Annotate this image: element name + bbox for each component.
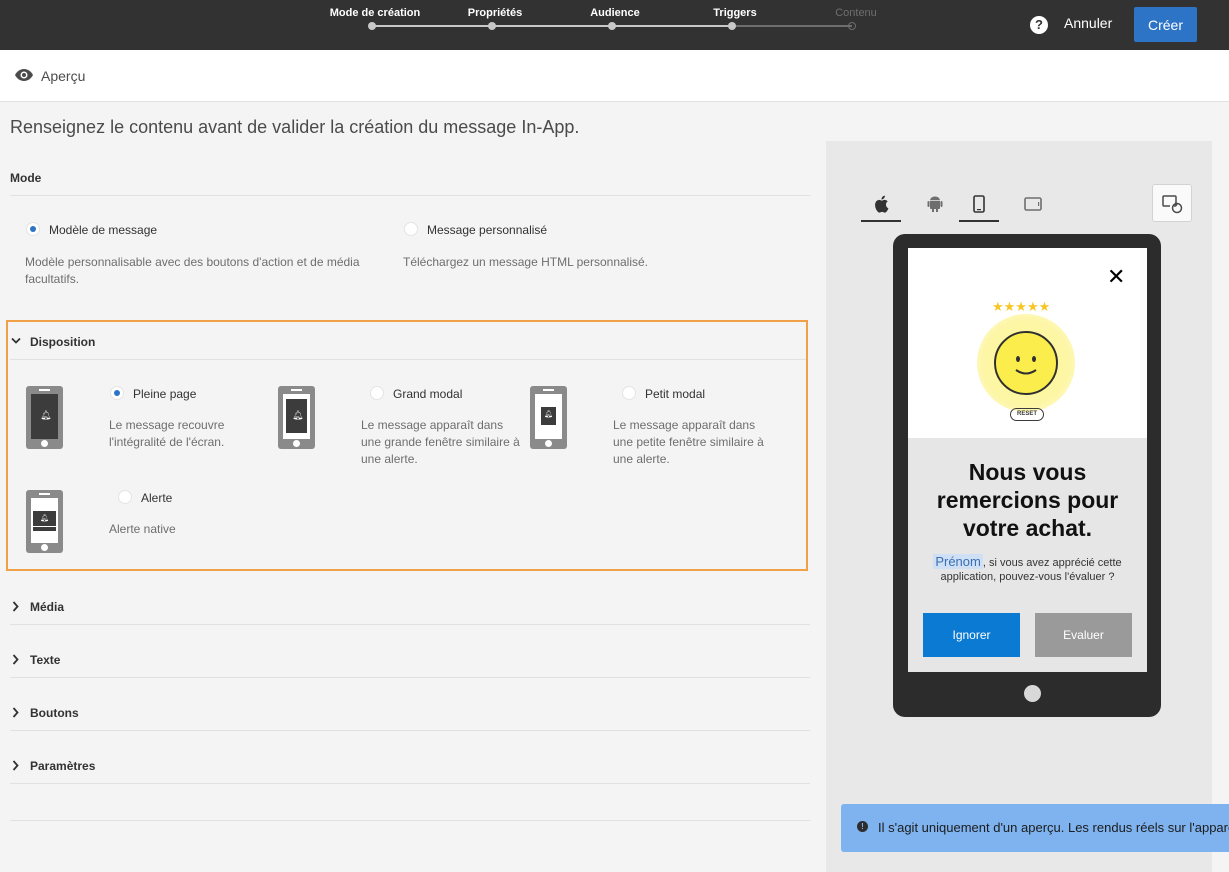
tab-ios[interactable] [861, 187, 901, 222]
section-texte[interactable]: Texte [30, 653, 60, 667]
step-audience[interactable]: Audience [590, 7, 640, 19]
ignore-button[interactable]: Ignorer [923, 613, 1020, 657]
step-dot[interactable] [608, 22, 616, 30]
radio-pleine-page[interactable] [110, 386, 124, 400]
message-body: Prénom, si vous avez apprécié cette appl… [908, 554, 1147, 584]
radio-alerte-label[interactable]: Alerte [141, 491, 172, 505]
divider [10, 820, 810, 821]
pleine-page-desc: Le message recouvre l'intégralité de l'é… [109, 418, 225, 449]
rotate-device-button[interactable] [1152, 184, 1192, 222]
step-dot[interactable] [728, 22, 736, 30]
radio-message-personnalise[interactable] [404, 222, 418, 236]
cancel-button[interactable]: Annuler [1064, 15, 1112, 31]
chevron-right-icon[interactable] [12, 654, 19, 665]
step-contenu[interactable]: Contenu [835, 7, 877, 19]
preview-button[interactable]: Aperçu [41, 68, 85, 84]
radio-pleine-page-label[interactable]: Pleine page [133, 387, 196, 401]
phone-portrait-icon [973, 195, 985, 213]
disposition-section-title[interactable]: Disposition [30, 335, 95, 349]
info-icon: ! [857, 821, 868, 832]
step-mode-creation[interactable]: Mode de création [330, 7, 420, 19]
android-icon [927, 196, 943, 212]
preview-bar: Aperçu [0, 50, 1229, 102]
reset-button[interactable]: RESET [1010, 408, 1044, 421]
radio-modele-message[interactable] [26, 222, 40, 236]
radio-petit-modal[interactable] [622, 386, 636, 400]
firstname-field[interactable]: Prénom [933, 554, 983, 569]
device-home-button [1024, 685, 1041, 702]
full-page-layout-icon: 🔔︎ [26, 386, 63, 449]
grand-modal-desc: Le message apparaît dans une grande fenê… [361, 418, 520, 466]
page-intro: Renseignez le contenu avant de valider l… [10, 117, 580, 137]
create-button[interactable]: Créer [1134, 7, 1197, 42]
chevron-right-icon[interactable] [12, 707, 19, 718]
eye-icon[interactable] [15, 69, 33, 81]
small-modal-layout-icon: 🔔︎ [530, 386, 567, 449]
alert-layout-icon: 🔔︎ [26, 490, 63, 553]
divider [10, 624, 810, 625]
stepper-line-remaining [732, 25, 852, 27]
radio-alerte[interactable] [118, 490, 132, 504]
close-icon[interactable]: ✕ [1107, 264, 1125, 290]
tab-portrait[interactable] [959, 187, 999, 222]
radio-modele-message-label[interactable]: Modèle de message [49, 223, 157, 237]
tab-android[interactable] [915, 187, 955, 222]
rate-button[interactable]: Evaluer [1035, 613, 1132, 657]
step-dot[interactable] [848, 22, 856, 30]
petit-modal-desc: Le message apparaît dans une petite fenê… [613, 418, 764, 466]
smiley-icon [994, 331, 1058, 395]
phone-landscape-icon [1024, 197, 1042, 211]
step-proprietes[interactable]: Propriétés [468, 7, 522, 19]
radio-petit-modal-label[interactable]: Petit modal [645, 387, 705, 401]
chevron-right-icon[interactable] [12, 760, 19, 771]
section-boutons[interactable]: Boutons [30, 706, 79, 720]
message-media: ✕ ★★★★★ RESET [908, 248, 1147, 438]
step-dot[interactable] [368, 22, 376, 30]
large-modal-layout-icon: 🔔︎ [278, 386, 315, 449]
radio-grand-modal[interactable] [370, 386, 384, 400]
mode-section-title: Mode [10, 171, 42, 185]
tab-landscape[interactable] [1013, 187, 1053, 222]
radio-message-personnalise-label[interactable]: Message personnalisé [427, 223, 547, 237]
alerte-desc: Alerte native [109, 522, 176, 536]
section-parametres[interactable]: Paramètres [30, 759, 95, 773]
divider [10, 783, 810, 784]
rotate-icon [1162, 195, 1183, 214]
step-dot[interactable] [488, 22, 496, 30]
chevron-down-icon[interactable] [11, 337, 21, 345]
message-personnalise-desc: Téléchargez un message HTML personnalisé… [403, 255, 649, 269]
radio-grand-modal-label[interactable]: Grand modal [393, 387, 462, 401]
divider [10, 730, 810, 731]
divider [10, 677, 810, 678]
chevron-right-icon[interactable] [12, 601, 19, 612]
section-media[interactable]: Média [30, 600, 64, 614]
message-title: Nous vous remercions pour votre achat. [936, 459, 1119, 541]
help-icon[interactable]: ? [1030, 16, 1048, 34]
info-banner: ! Il s'agit uniquement d'un aperçu. Les … [841, 804, 1229, 852]
modele-message-desc: Modèle personnalisable avec des boutons … [25, 255, 360, 286]
apple-icon [875, 195, 889, 213]
top-bar: Mode de création Propriétés Audience Tri… [0, 0, 1229, 50]
rating-stars: ★★★★★ [992, 299, 1051, 314]
in-app-message-preview: ✕ ★★★★★ RESET Nous vous remercions pour … [908, 248, 1147, 672]
divider [10, 359, 806, 360]
step-triggers[interactable]: Triggers [713, 7, 756, 19]
divider [10, 195, 810, 196]
info-text: Il s'agit uniquement d'un aperçu. Les re… [878, 820, 1229, 835]
